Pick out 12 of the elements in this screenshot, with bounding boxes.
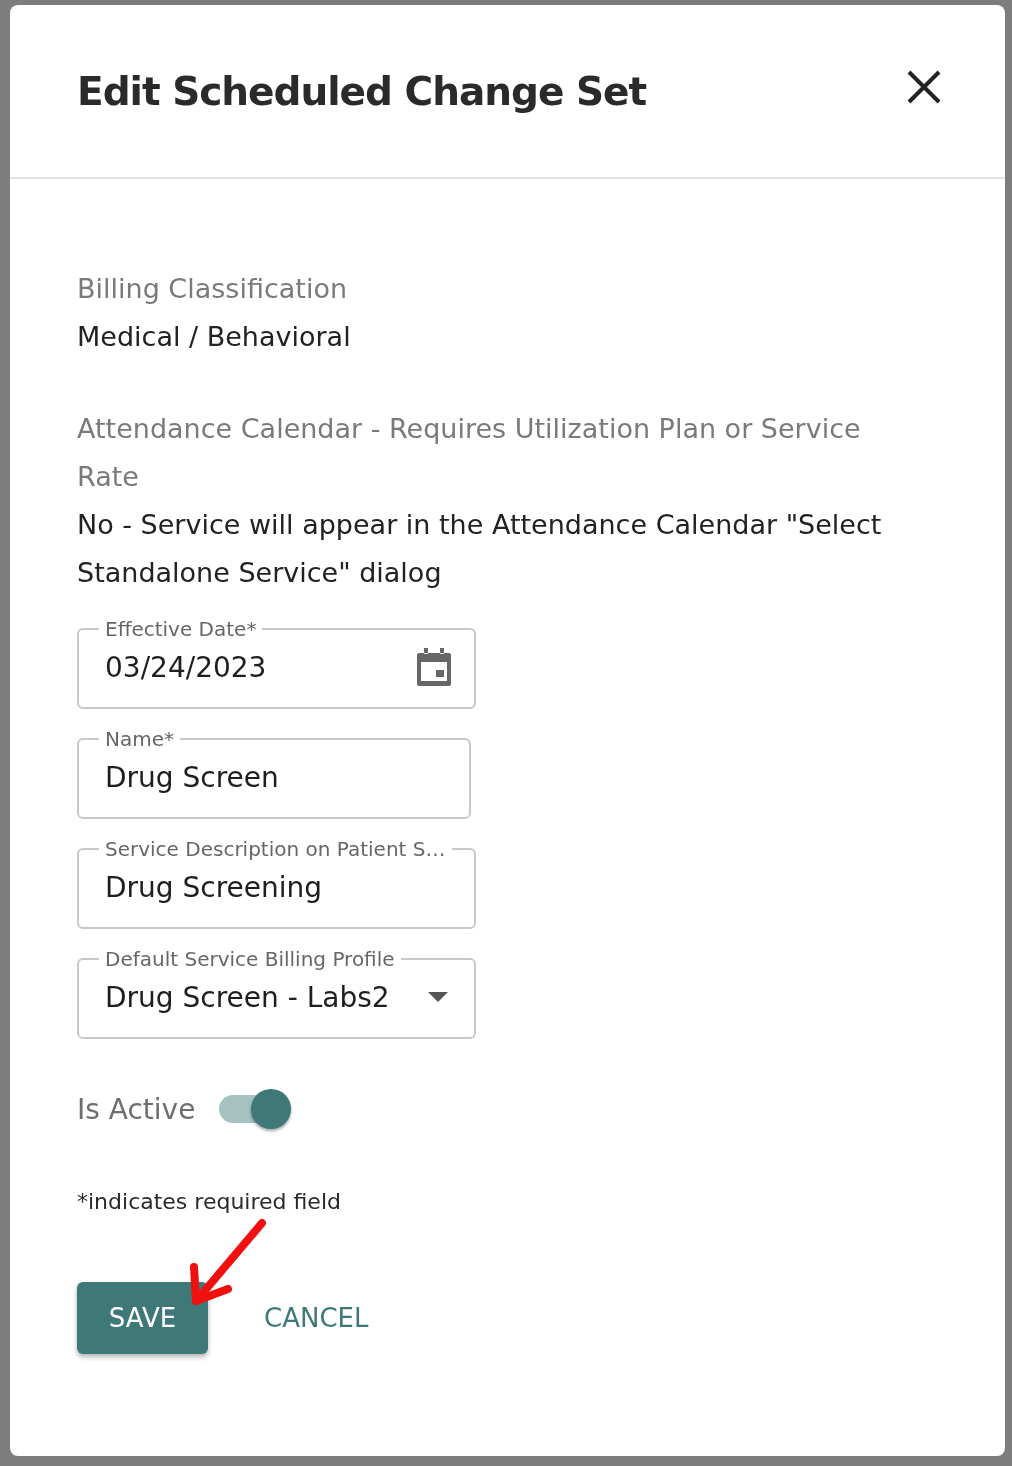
calendar-icon[interactable] <box>416 647 452 687</box>
info-label: Billing Classification <box>77 272 348 306</box>
info-value: No - Service will appear in the Attendance Calendar "Select Standalone Service" dialog <box>77 508 883 590</box>
required-note: *indicates required field <box>77 1189 342 1214</box>
caret-icon <box>428 992 448 1002</box>
close-icon[interactable] <box>907 70 941 104</box>
save-button[interactable]: SAVE <box>77 1282 208 1354</box>
toggle-label: Is Active <box>77 1092 196 1126</box>
info-label: Attendance Calendar - Requires Utilization Plan or Service Rate <box>77 412 862 494</box>
dialog-title: Edit Scheduled Change Set <box>77 68 647 114</box>
info-value: Medical / Behavioral <box>77 320 352 354</box>
cancel-button[interactable]: CANCEL <box>238 1293 395 1343</box>
